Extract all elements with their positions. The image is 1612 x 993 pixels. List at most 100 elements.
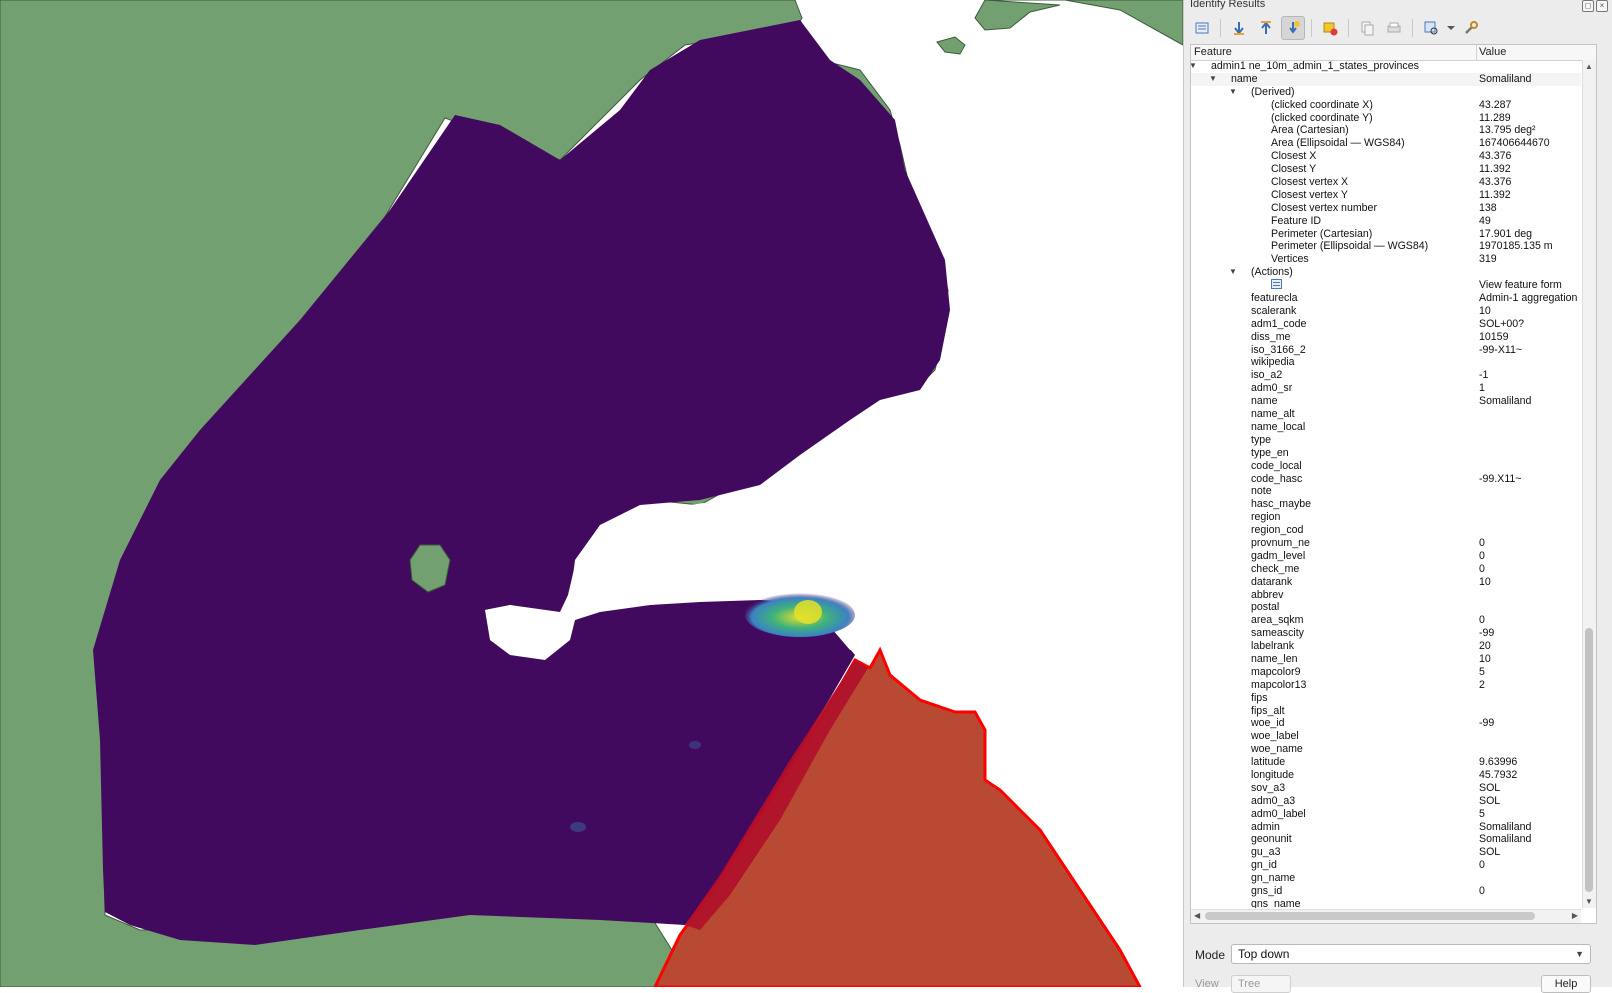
- view-select[interactable]: Tree: [1231, 975, 1291, 993]
- tree-row[interactable]: View feature form: [1191, 279, 1581, 292]
- scroll-up-icon[interactable]: ▲: [1585, 62, 1593, 71]
- select-features-icon[interactable]: [1419, 16, 1443, 40]
- chevron-down-icon[interactable]: [1446, 16, 1456, 40]
- tree-row[interactable]: Perimeter (Ellipsoidal — WGS84) 1970185.1…: [1191, 240, 1581, 253]
- settings-icon[interactable]: [1459, 16, 1483, 40]
- tree-row[interactable]: code_local: [1191, 460, 1581, 473]
- help-button[interactable]: Help: [1541, 975, 1591, 993]
- tree-row[interactable]: name Somaliland: [1191, 395, 1581, 408]
- tree-row[interactable]: adm0_label 5: [1191, 808, 1581, 821]
- vertical-scroll-thumb[interactable]: [1585, 628, 1593, 892]
- collapse-all-icon[interactable]: [1254, 16, 1278, 40]
- tree-row[interactable]: name_len 10: [1191, 653, 1581, 666]
- tree-row[interactable]: Closest vertex Y 11.392: [1191, 189, 1581, 202]
- vertical-scrollbar[interactable]: ▲ ▼: [1582, 60, 1596, 908]
- tree-row[interactable]: ▼ name Somaliland: [1191, 72, 1581, 86]
- tree-row[interactable]: iso_3166_2 -99-X11~: [1191, 344, 1581, 357]
- tree-row[interactable]: woe_label: [1191, 730, 1581, 743]
- tree-row[interactable]: adm0_a3 SOL: [1191, 795, 1581, 808]
- expand-arrow-icon[interactable]: ▼: [1209, 73, 1217, 86]
- results-tree[interactable]: Feature Value ▼admin1 ne_10m_admin_1_sta…: [1190, 44, 1597, 924]
- float-panel-button[interactable]: ◻: [1582, 0, 1594, 12]
- tree-row[interactable]: sameascity -99: [1191, 627, 1581, 640]
- tree-row[interactable]: ▼ (Derived): [1191, 86, 1581, 99]
- tree-row[interactable]: name_alt: [1191, 408, 1581, 421]
- tree-row[interactable]: mapcolor9 5: [1191, 666, 1581, 679]
- tree-row[interactable]: longitude 45.7932: [1191, 769, 1581, 782]
- tree-row[interactable]: ▼ admin1 ne_10m_admin_1_states_provinces: [1191, 60, 1581, 73]
- tree-row[interactable]: geonunit Somaliland: [1191, 833, 1581, 846]
- tree-row[interactable]: abbrev: [1191, 589, 1581, 602]
- scroll-right-icon[interactable]: ▶: [1572, 911, 1578, 920]
- row-feature-label: longitude: [1251, 768, 1295, 781]
- tree-row[interactable]: Closest vertex X 43.376: [1191, 176, 1581, 189]
- tree-row[interactable]: Feature ID 49: [1191, 215, 1581, 228]
- tree-row[interactable]: Closest X 43.376: [1191, 150, 1581, 163]
- scroll-down-icon[interactable]: ▼: [1585, 897, 1593, 906]
- tree-row[interactable]: Area (Cartesian) 13.795 deg²: [1191, 124, 1581, 137]
- tree-row[interactable]: datarank 10: [1191, 576, 1581, 589]
- tree-row[interactable]: gns_id 0: [1191, 885, 1581, 898]
- tree-row[interactable]: admin Somaliland: [1191, 821, 1581, 834]
- expand-all-icon[interactable]: [1227, 16, 1251, 40]
- tree-row[interactable]: Closest Y 11.392: [1191, 163, 1581, 176]
- tree-row[interactable]: type_en: [1191, 447, 1581, 460]
- tree-row[interactable]: wikipedia: [1191, 356, 1581, 369]
- tree-row[interactable]: labelrank 20: [1191, 640, 1581, 653]
- clear-results-icon[interactable]: [1318, 16, 1342, 40]
- horizontal-scrollbar[interactable]: ◀ ▶: [1191, 909, 1581, 923]
- tree-row[interactable]: fips: [1191, 692, 1581, 705]
- row-feature-label: gadm_level: [1251, 549, 1306, 562]
- feature-column-header[interactable]: Feature: [1194, 46, 1232, 58]
- tree-row[interactable]: (clicked coordinate Y) 11.289: [1191, 112, 1581, 125]
- tree-row[interactable]: Vertices 319: [1191, 253, 1581, 266]
- scroll-left-icon[interactable]: ◀: [1194, 911, 1200, 920]
- tree-row[interactable]: gn_id 0: [1191, 859, 1581, 872]
- expand-tree-icon[interactable]: [1190, 16, 1214, 40]
- map-canvas[interactable]: [0, 0, 1183, 987]
- close-panel-button[interactable]: ×: [1596, 0, 1608, 12]
- copy-feature-icon[interactable]: [1355, 16, 1379, 40]
- tree-row[interactable]: gns_name: [1191, 898, 1581, 908]
- expand-arrow-icon[interactable]: ▼: [1229, 266, 1237, 279]
- tree-row[interactable]: sov_a3 SOL: [1191, 782, 1581, 795]
- tree-row[interactable]: note: [1191, 485, 1581, 498]
- tree-row[interactable]: (clicked coordinate X) 43.287: [1191, 99, 1581, 112]
- tree-row[interactable]: iso_a2 -1: [1191, 369, 1581, 382]
- tree-row[interactable]: mapcolor13 2: [1191, 679, 1581, 692]
- tree-row[interactable]: latitude 9.63996: [1191, 756, 1581, 769]
- tree-row[interactable]: area_sqkm 0: [1191, 614, 1581, 627]
- mode-select[interactable]: Top down ▼: [1231, 944, 1591, 964]
- horizontal-scroll-thumb[interactable]: [1205, 912, 1535, 920]
- tree-row[interactable]: Area (Ellipsoidal — WGS84) 167406644670: [1191, 137, 1581, 150]
- tree-row[interactable]: postal: [1191, 601, 1581, 614]
- expand-arrow-icon[interactable]: ▼: [1191, 60, 1197, 73]
- tree-row[interactable]: adm1_code SOL+00?: [1191, 318, 1581, 331]
- tree-row[interactable]: Perimeter (Cartesian) 17.901 deg: [1191, 228, 1581, 241]
- tree-row[interactable]: region: [1191, 511, 1581, 524]
- tree-row[interactable]: adm0_sr 1: [1191, 382, 1581, 395]
- tree-row[interactable]: diss_me 10159: [1191, 331, 1581, 344]
- expand-arrow-icon[interactable]: ▼: [1229, 86, 1237, 99]
- tree-row[interactable]: Closest vertex number 138: [1191, 202, 1581, 215]
- tree-row[interactable]: region_cod: [1191, 524, 1581, 537]
- tree-row[interactable]: ▼ (Actions): [1191, 266, 1581, 279]
- tree-row[interactable]: name_local: [1191, 421, 1581, 434]
- tree-row[interactable]: type: [1191, 434, 1581, 447]
- tree-row[interactable]: gadm_level 0: [1191, 550, 1581, 563]
- tree-row[interactable]: fips_alt: [1191, 705, 1581, 718]
- row-feature-label: admin: [1251, 820, 1280, 833]
- value-column-header[interactable]: Value: [1479, 46, 1506, 58]
- tree-row[interactable]: check_me 0: [1191, 563, 1581, 576]
- tree-row[interactable]: scalerank 10: [1191, 305, 1581, 318]
- tree-row[interactable]: hasc_maybe: [1191, 498, 1581, 511]
- tree-row[interactable]: gn_name: [1191, 872, 1581, 885]
- tree-row[interactable]: provnum_ne 0: [1191, 537, 1581, 550]
- tree-row[interactable]: featurecla Admin-1 aggregation: [1191, 292, 1581, 305]
- tree-row[interactable]: woe_id -99: [1191, 717, 1581, 730]
- tree-row[interactable]: code_hasc -99.X11~: [1191, 473, 1581, 486]
- expand-new-results-icon[interactable]: [1281, 16, 1305, 40]
- print-icon[interactable]: [1382, 16, 1406, 40]
- tree-row[interactable]: woe_name: [1191, 743, 1581, 756]
- tree-row[interactable]: gu_a3 SOL: [1191, 846, 1581, 859]
